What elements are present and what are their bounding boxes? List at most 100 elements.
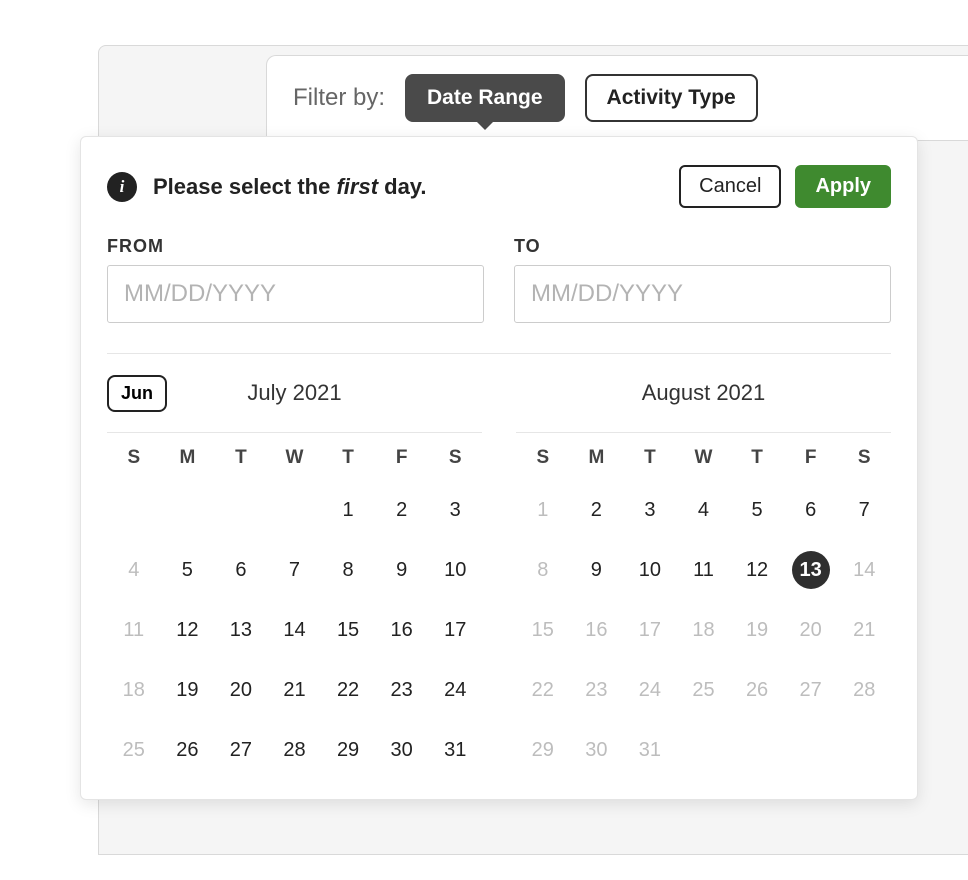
calendar-day[interactable]: 17 — [623, 611, 677, 649]
info-text-emph: first — [336, 174, 378, 199]
popover-header: i Please select the first day. Cancel Ap… — [107, 165, 891, 208]
calendar-day[interactable]: 12 — [161, 611, 215, 649]
calendar-day[interactable]: 5 — [161, 551, 215, 589]
calendar-day[interactable]: 29 — [321, 731, 375, 769]
calendar-day[interactable]: 26 — [161, 731, 215, 769]
action-buttons: Cancel Apply — [679, 165, 891, 208]
calendar-day[interactable]: 4 — [677, 491, 731, 529]
calendar-day[interactable]: 13 — [214, 611, 268, 649]
calendar-day[interactable]: 6 — [784, 491, 838, 529]
calendar-day[interactable]: 22 — [321, 671, 375, 709]
calendar-day[interactable]: 23 — [570, 671, 624, 709]
calendar-day[interactable]: 28 — [268, 731, 322, 769]
info-message: i Please select the first day. — [107, 172, 427, 202]
calendar-day[interactable]: 31 — [623, 731, 677, 769]
calendar-day[interactable]: 20 — [784, 611, 838, 649]
calendar-day[interactable]: 18 — [677, 611, 731, 649]
calendar-day[interactable]: 21 — [837, 611, 891, 649]
day-of-week-header: F — [784, 447, 838, 469]
info-text-prefix: Please select the — [153, 174, 336, 199]
calendar-header: JunJuly 2021 — [107, 372, 482, 414]
calendar-day[interactable]: 6 — [214, 551, 268, 589]
calendar-day[interactable]: 30 — [570, 731, 624, 769]
calendar-day[interactable]: 31 — [428, 731, 482, 769]
calendar-day[interactable]: 9 — [375, 551, 429, 589]
filter-bar: Filter by: Date Range Activity Type — [266, 55, 968, 141]
to-input[interactable] — [514, 265, 891, 323]
info-text-suffix: day. — [378, 174, 427, 199]
calendar-day[interactable]: 12 — [730, 551, 784, 589]
calendar-header: August 2021 — [516, 372, 891, 414]
calendar-empty-cell — [214, 491, 268, 529]
calendar-day[interactable]: 4 — [107, 551, 161, 589]
calendar-day[interactable]: 3 — [623, 491, 677, 529]
calendar-day[interactable]: 2 — [375, 491, 429, 529]
calendar-day[interactable]: 23 — [375, 671, 429, 709]
to-label: TO — [514, 236, 891, 257]
calendar-day[interactable]: 24 — [623, 671, 677, 709]
day-of-week-header: T — [214, 447, 268, 469]
calendar-day[interactable]: 14 — [837, 551, 891, 589]
date-range-popover: i Please select the first day. Cancel Ap… — [80, 136, 918, 800]
day-of-week-header: W — [677, 447, 731, 469]
calendar-empty-cell — [268, 491, 322, 529]
calendar-day[interactable]: 15 — [321, 611, 375, 649]
calendar-day[interactable]: 16 — [375, 611, 429, 649]
calendar-day[interactable]: 27 — [214, 731, 268, 769]
calendar-empty-cell — [161, 491, 215, 529]
calendar-left: JunJuly 2021SMTWTFS123456789101112131415… — [107, 372, 482, 769]
day-of-week-header: T — [321, 447, 375, 469]
calendar-day[interactable]: 15 — [516, 611, 570, 649]
calendar-day[interactable]: 21 — [268, 671, 322, 709]
from-input[interactable] — [107, 265, 484, 323]
calendar-day[interactable]: 28 — [837, 671, 891, 709]
calendar-day[interactable]: 18 — [107, 671, 161, 709]
calendars: JunJuly 2021SMTWTFS123456789101112131415… — [107, 372, 891, 769]
calendar-day[interactable]: 1 — [321, 491, 375, 529]
day-of-week-header: S — [837, 447, 891, 469]
calendar-day[interactable]: 7 — [268, 551, 322, 589]
calendar-day[interactable]: 30 — [375, 731, 429, 769]
calendar-day[interactable]: 24 — [428, 671, 482, 709]
filter-date-range-button[interactable]: Date Range — [405, 74, 565, 122]
calendar-day[interactable]: 29 — [516, 731, 570, 769]
day-of-week-header: T — [623, 447, 677, 469]
calendar-day[interactable]: 26 — [730, 671, 784, 709]
calendar-day[interactable]: 25 — [677, 671, 731, 709]
calendar-day[interactable]: 25 — [107, 731, 161, 769]
calendar-day[interactable]: 16 — [570, 611, 624, 649]
prev-month-button[interactable]: Jun — [107, 375, 167, 412]
calendar-day[interactable]: 3 — [428, 491, 482, 529]
calendar-day[interactable]: 19 — [161, 671, 215, 709]
calendar-grid: SMTWTFS123456789101112131415161718192021… — [107, 447, 482, 769]
apply-button[interactable]: Apply — [795, 165, 891, 208]
calendar-day[interactable]: 7 — [837, 491, 891, 529]
calendar-day[interactable]: 22 — [516, 671, 570, 709]
calendar-day[interactable]: 8 — [516, 551, 570, 589]
calendar-day[interactable]: 10 — [428, 551, 482, 589]
calendar-day[interactable]: 14 — [268, 611, 322, 649]
day-of-week-header: S — [516, 447, 570, 469]
calendar-divider — [107, 432, 482, 433]
calendar-day[interactable]: 17 — [428, 611, 482, 649]
calendar-day[interactable]: 20 — [214, 671, 268, 709]
calendar-day[interactable]: 19 — [730, 611, 784, 649]
calendar-day[interactable]: 13 — [792, 551, 830, 589]
calendar-day[interactable]: 10 — [623, 551, 677, 589]
calendar-title: August 2021 — [516, 380, 891, 406]
to-field: TO — [514, 236, 891, 323]
calendar-day[interactable]: 9 — [570, 551, 624, 589]
calendar-day[interactable]: 27 — [784, 671, 838, 709]
calendar-divider — [516, 432, 891, 433]
info-icon: i — [107, 172, 137, 202]
filter-label: Filter by: — [293, 84, 385, 112]
calendar-day[interactable]: 2 — [570, 491, 624, 529]
cancel-button[interactable]: Cancel — [679, 165, 781, 208]
calendar-day[interactable]: 11 — [107, 611, 161, 649]
calendar-day[interactable]: 5 — [730, 491, 784, 529]
filter-activity-type-button[interactable]: Activity Type — [585, 74, 758, 122]
calendar-day[interactable]: 1 — [516, 491, 570, 529]
calendar-day[interactable]: 11 — [677, 551, 731, 589]
calendar-grid: SMTWTFS123456789101112131415161718192021… — [516, 447, 891, 769]
calendar-day[interactable]: 8 — [321, 551, 375, 589]
